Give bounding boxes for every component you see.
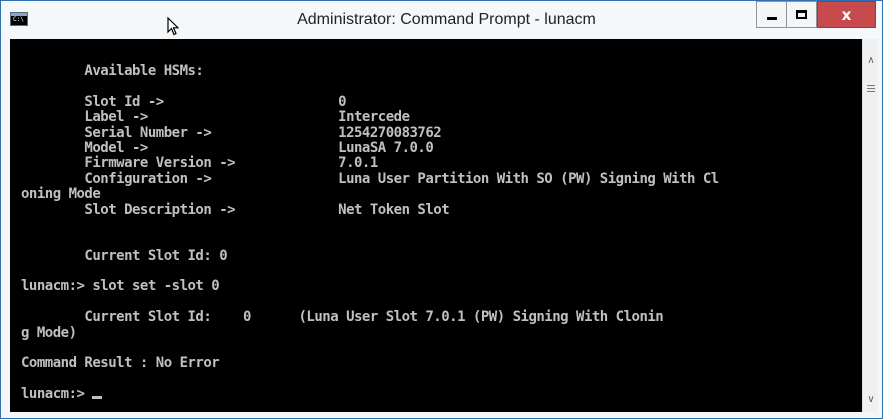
text-cursor bbox=[92, 396, 103, 400]
console-text: Available HSMs: Slot Id -> 0 Label -> In… bbox=[21, 63, 861, 403]
maximize-button[interactable] bbox=[786, 1, 817, 28]
console-line: Slot Id -> 0 bbox=[21, 93, 347, 110]
scroll-thumb-grip-icon[interactable] bbox=[867, 85, 875, 93]
vertical-scrollbar[interactable]: ∧ ∨ bbox=[862, 39, 878, 412]
minimize-button[interactable] bbox=[756, 1, 786, 28]
console-line: Current Slot Id: 0 (Luna User Slot 7.0.1… bbox=[21, 309, 664, 326]
prompt-label: lunacm:> bbox=[21, 386, 93, 403]
scroll-down-icon[interactable]: ∨ bbox=[863, 391, 879, 408]
minimize-icon bbox=[766, 17, 777, 20]
command-prompt-window: C:\ Administrator: Command Prompt - luna… bbox=[0, 0, 883, 419]
console-line: Current Slot Id: 0 bbox=[21, 247, 228, 264]
console-line: Firmware Version -> 7.0.1 bbox=[21, 155, 378, 172]
title-bar[interactable]: C:\ Administrator: Command Prompt - luna… bbox=[1, 1, 882, 39]
console-line: Model -> LunaSA 7.0.0 bbox=[21, 139, 434, 156]
console-line: Command Result : No Error bbox=[21, 355, 220, 372]
console-line: Slot Description -> Net Token Slot bbox=[21, 201, 450, 218]
command-prompt-line[interactable]: lunacm:> bbox=[21, 387, 861, 402]
console-line: Configuration -> Luna User Partition Wit… bbox=[21, 170, 719, 187]
close-icon: x bbox=[841, 5, 852, 24]
scroll-up-icon[interactable]: ∧ bbox=[863, 52, 879, 69]
console-line: Serial Number -> 1254270083762 bbox=[21, 124, 442, 141]
console-line: g Mode) bbox=[21, 324, 77, 341]
console-line: Label -> Intercede bbox=[21, 109, 410, 126]
close-button[interactable]: x bbox=[817, 1, 876, 28]
window-title: Administrator: Command Prompt - lunacm bbox=[297, 11, 596, 28]
console-line: lunacm:> slot set -slot 0 bbox=[21, 278, 220, 295]
console-line: oning Mode bbox=[21, 186, 101, 203]
console-line: Available HSMs: bbox=[21, 63, 204, 79]
console-output[interactable]: Available HSMs: Slot Id -> 0 Label -> In… bbox=[10, 39, 862, 412]
maximize-icon bbox=[796, 10, 807, 19]
